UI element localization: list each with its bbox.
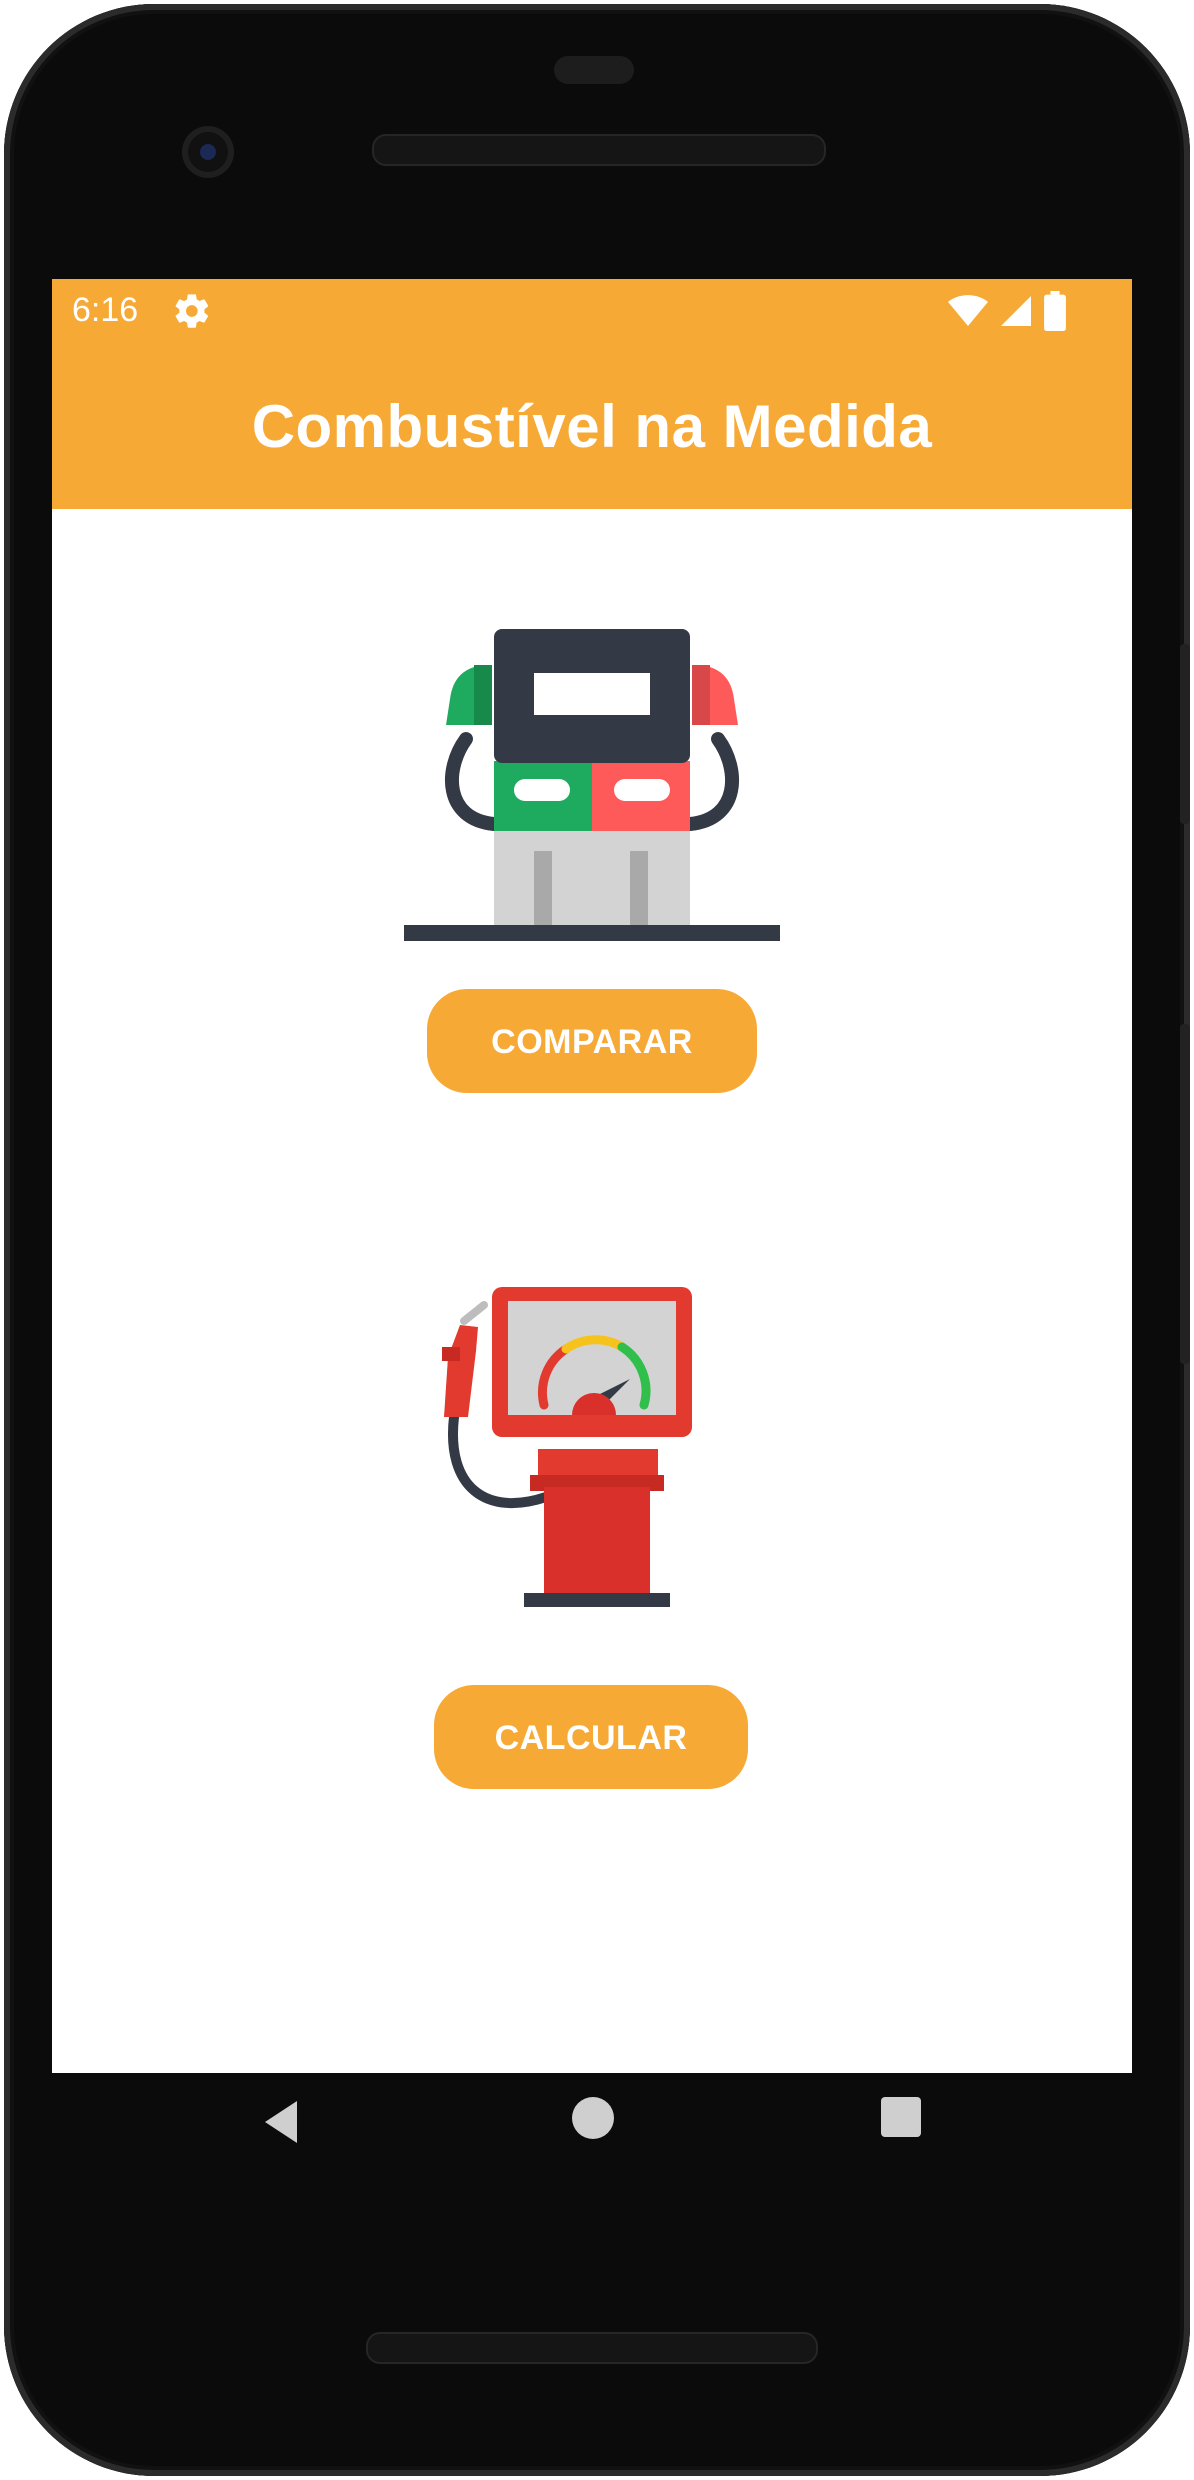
calculate-button[interactable]: CALCULAR	[434, 1685, 748, 1789]
status-icons	[948, 291, 1066, 331]
sensor-slot	[554, 56, 634, 84]
wifi-icon	[948, 295, 988, 326]
earpiece-speaker	[372, 134, 826, 166]
volume-button	[1180, 1024, 1190, 1364]
power-button	[1180, 644, 1190, 824]
navigation-bar	[52, 2073, 1132, 2197]
page-title: Combustível na Medida	[251, 393, 933, 460]
status-time: 6:16	[72, 291, 139, 329]
compare-button[interactable]: COMPARAR	[427, 989, 757, 1093]
bottom-speaker	[366, 2332, 818, 2364]
back-icon[interactable]	[257, 2097, 307, 2147]
gear-icon	[175, 294, 209, 328]
fuel-pump-image	[404, 629, 780, 941]
front-camera	[182, 126, 234, 178]
home-icon[interactable]	[572, 2097, 614, 2139]
main-content: COMPARAR CALCULAR	[52, 509, 1132, 1843]
app-screen: 6:16 Combustível na Medida COMPARAR CALC…	[52, 279, 1132, 2073]
battery-icon	[1044, 291, 1066, 331]
status-bar: 6:16	[52, 279, 1132, 345]
recent-apps-icon[interactable]	[881, 2097, 921, 2137]
fuel-gauge-pump-image	[442, 1287, 692, 1607]
app-bar: Combustível na Medida	[52, 345, 1132, 509]
signal-icon	[1001, 296, 1031, 326]
